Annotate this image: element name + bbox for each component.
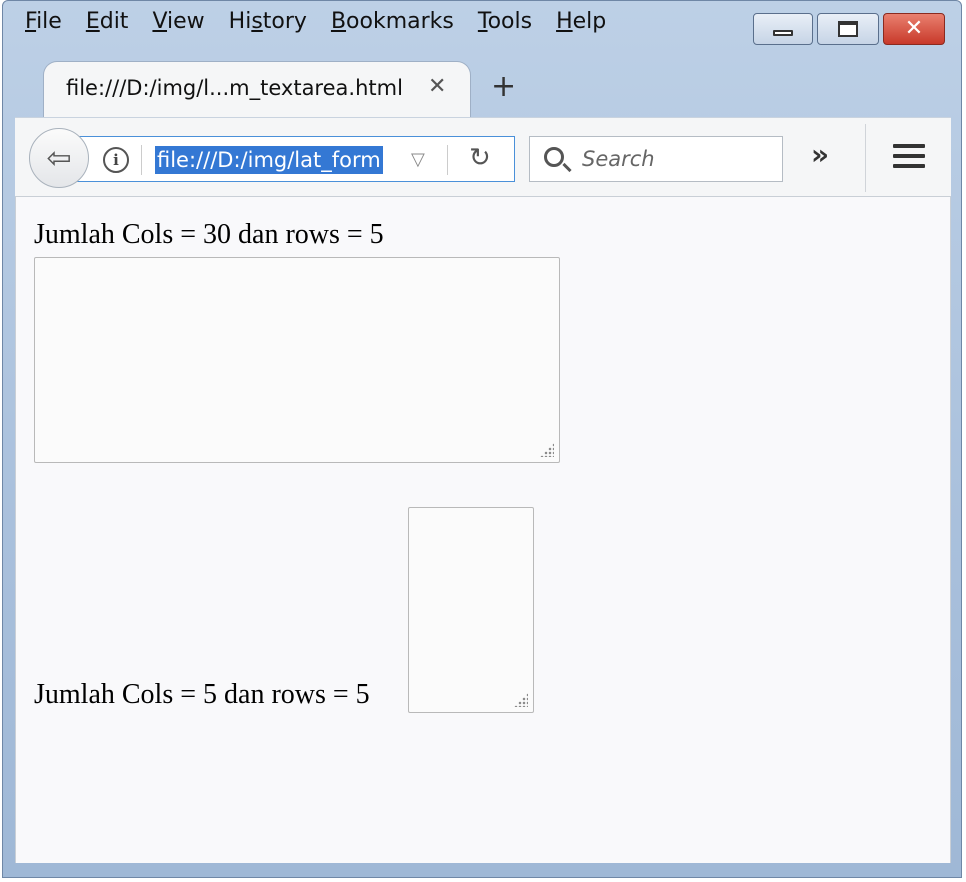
menu-label: ookmarks [346, 9, 454, 34]
menu-label: Hi [228, 9, 252, 34]
menu-label: ools [487, 9, 533, 34]
navigation-toolbar: i file:///D:/img/lat_form ▽ ↻ ⇦ » [15, 117, 951, 197]
menu-accel: H [556, 9, 573, 34]
menu-label: ile [36, 9, 62, 34]
menu-accel: V [152, 9, 168, 34]
tab-close-icon[interactable]: ✕ [428, 74, 446, 99]
search-input[interactable] [580, 145, 770, 173]
menu-accel: T [477, 9, 488, 34]
menu-label: iew [167, 9, 205, 34]
menu-bookmarks[interactable]: Bookmarks [331, 7, 454, 37]
url-bar[interactable]: i file:///D:/img/lat_form ▽ ↻ [77, 136, 515, 182]
menu-view[interactable]: View [152, 7, 204, 37]
maximize-icon [838, 21, 858, 37]
menu-accel: E [85, 9, 100, 34]
reload-icon[interactable]: ↻ [469, 143, 491, 173]
menu-file[interactable]: File [25, 7, 62, 37]
menu-accel: s [251, 9, 263, 34]
overflow-chevron-icon[interactable]: » [811, 138, 829, 171]
maximize-button[interactable] [817, 13, 879, 45]
close-icon: ✕ [904, 16, 924, 41]
menu-label: tory [262, 9, 307, 34]
menu-edit[interactable]: Edit [86, 7, 129, 37]
tab-title: file:///D:/img/l...m_textarea.html [66, 76, 403, 100]
close-window-button[interactable]: ✕ [883, 13, 945, 45]
menu-accel: B [330, 9, 347, 34]
menu-label: elp [572, 9, 607, 34]
page-content: Jumlah Cols = 30 dan rows = 5 Jumlah Col… [15, 197, 951, 863]
browser-window: File Edit View History Bookmarks Tools H… [2, 0, 962, 878]
history-dropdown-icon[interactable]: ▽ [411, 149, 425, 170]
url-separator [447, 145, 448, 175]
menu-label: dit [99, 9, 129, 34]
menu-help[interactable]: Help [556, 7, 606, 37]
back-button[interactable]: ⇦ [29, 128, 89, 188]
menu-accel: F [25, 9, 37, 34]
minimize-icon [773, 30, 793, 36]
search-icon [544, 147, 564, 167]
new-tab-icon[interactable]: + [491, 69, 516, 104]
label-textarea-cols-30: Jumlah Cols = 30 dan rows = 5 [34, 219, 384, 250]
search-bar[interactable] [529, 136, 783, 182]
back-arrow-icon: ⇦ [46, 140, 72, 176]
tab-active[interactable]: file:///D:/img/l...m_textarea.html ✕ [43, 61, 471, 119]
textarea-cols-30-rows-5[interactable] [34, 257, 560, 463]
menu-tools[interactable]: Tools [478, 7, 532, 37]
hamburger-menu-icon[interactable] [893, 144, 925, 170]
menu-bar: File Edit View History Bookmarks Tools H… [25, 7, 630, 37]
toolbar-separator [865, 124, 866, 192]
textarea-cols-5-rows-5[interactable] [408, 507, 534, 713]
info-icon[interactable]: i [103, 147, 129, 173]
url-separator [141, 145, 142, 175]
url-text[interactable]: file:///D:/img/lat_form [155, 146, 383, 174]
label-textarea-cols-5: Jumlah Cols = 5 dan rows = 5 [34, 679, 370, 710]
menu-history[interactable]: History [229, 7, 307, 37]
minimize-button[interactable] [753, 13, 813, 45]
